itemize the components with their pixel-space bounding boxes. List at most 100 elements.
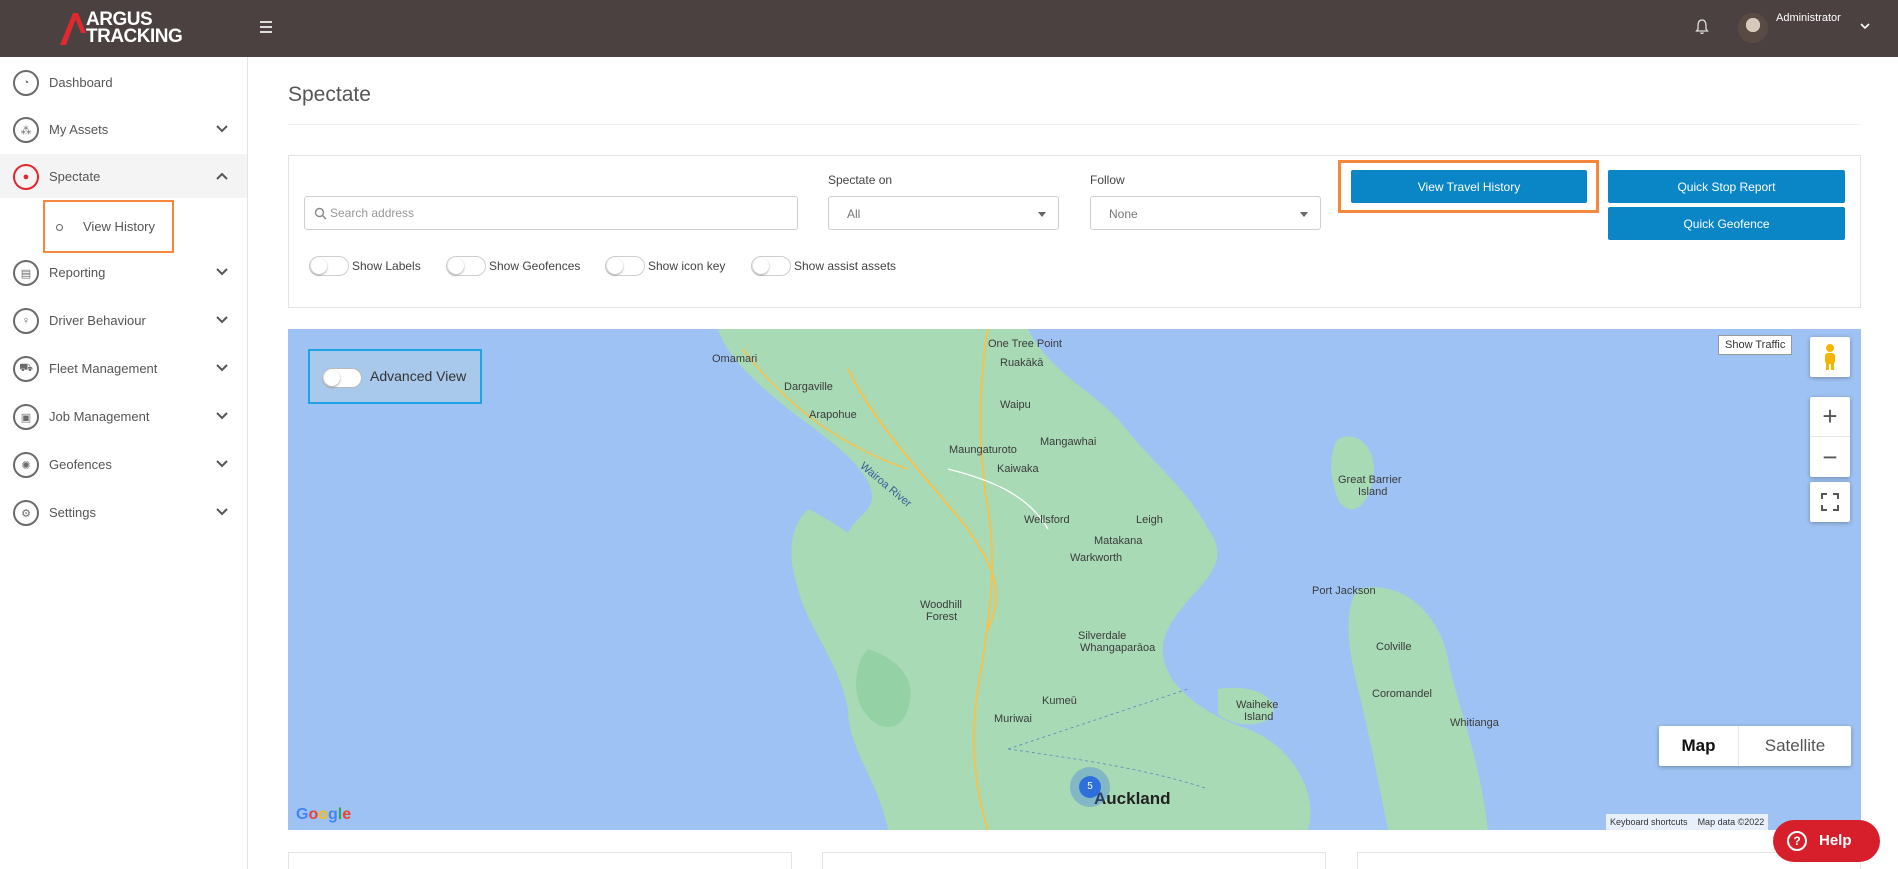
map-type-control: Map Satellite — [1659, 726, 1851, 766]
sidebar-item-spectate[interactable]: ● Spectate — [0, 154, 247, 198]
bell-icon[interactable] — [1694, 17, 1710, 37]
chevron-down-icon[interactable] — [215, 361, 229, 375]
sidebar-item-label: Settings — [49, 505, 96, 520]
sidebar-item-my-assets[interactable]: ⁂ My Assets — [0, 107, 247, 151]
street-view-pegman-icon[interactable] — [1810, 337, 1850, 377]
sidebar-item-fleet-management[interactable]: ⛟ Fleet Management — [0, 346, 247, 390]
report-icon: ▤ — [13, 260, 39, 286]
toggle-label: Show icon key — [648, 259, 726, 273]
car-icon: ⛟ — [13, 356, 39, 382]
chevron-down-icon[interactable] — [215, 505, 229, 519]
show-traffic-button[interactable]: Show Traffic — [1718, 335, 1793, 355]
chevron-down-icon[interactable] — [215, 265, 229, 279]
asset-cluster-marker[interactable]: 5 — [1070, 767, 1110, 807]
toggle-label: Show Geofences — [489, 259, 581, 273]
question-icon: ? — [1787, 831, 1807, 851]
sidebar-item-label: Spectate — [49, 169, 101, 184]
follow-select[interactable]: None — [1090, 196, 1321, 230]
map-place-label: Whitianga — [1450, 717, 1499, 729]
sidebar-subitem-view-history[interactable]: View History — [43, 200, 174, 253]
spectate-on-select[interactable]: All — [828, 196, 1059, 230]
map-place-label: Maungaturoto — [949, 444, 1017, 456]
sidebar-item-dashboard[interactable]: ◔ Dashboard — [0, 60, 247, 104]
chevron-down-icon[interactable] — [215, 122, 229, 136]
map-place-label: Island — [1244, 711, 1274, 723]
page-title: Spectate — [288, 83, 371, 106]
chevron-down-icon[interactable] — [215, 409, 229, 423]
sidebar-item-label: Geofences — [49, 457, 112, 472]
chevron-down-icon[interactable] — [215, 313, 229, 327]
chevron-down-icon[interactable] — [215, 457, 229, 471]
map-land — [718, 329, 1488, 830]
advanced-view-label: Advanced View — [370, 368, 467, 384]
map-place-label: Wellsford — [1024, 514, 1070, 526]
map-place-label: Whangaparāoa — [1080, 642, 1156, 654]
sidebar-item-reporting[interactable]: ▤ Reporting — [0, 250, 247, 294]
zoom-in-icon[interactable]: + — [1810, 397, 1850, 437]
map-place-label: Leigh — [1136, 514, 1163, 526]
chevron-down-icon[interactable] — [1858, 19, 1872, 33]
view-travel-history-button[interactable]: View Travel History — [1351, 170, 1587, 203]
quick-geofence-button[interactable]: Quick Geofence — [1608, 207, 1845, 240]
logo-mark-icon — [60, 13, 86, 45]
map-footer: Keyboard shortcuts Map data ©2022 — [1606, 814, 1769, 830]
show-assist-assets-switch[interactable] — [751, 256, 791, 276]
sidebar-item-label: Driver Behaviour — [49, 313, 146, 328]
map-place-label: Dargaville — [784, 381, 833, 393]
chevron-up-icon[interactable] — [215, 169, 229, 183]
map-place-label: Forest — [926, 611, 958, 623]
share-nodes-icon: ⁂ — [13, 117, 39, 143]
sidebar-item-label: Fleet Management — [49, 361, 158, 376]
briefcase-icon: ▣ — [13, 404, 39, 430]
top-bar: ARGUS TRACKING Administrator — [0, 0, 1898, 57]
map-type-map-button[interactable]: Map — [1659, 726, 1739, 766]
map-place-label: One Tree Point — [988, 338, 1062, 350]
show-geofences-switch[interactable] — [446, 256, 486, 276]
advanced-view-toggle[interactable]: Advanced View — [308, 349, 482, 404]
sidebar-item-geofences[interactable]: ✺ Geofences — [0, 442, 247, 486]
zoom-controls: + − — [1810, 397, 1850, 477]
search-icon — [314, 207, 327, 220]
show-labels-switch[interactable] — [309, 256, 349, 276]
search-address-input[interactable] — [330, 197, 790, 229]
advanced-view-switch[interactable] — [322, 368, 362, 388]
map-place-label: Island — [1358, 486, 1388, 498]
map-view[interactable]: One Tree Point Omamari Ruakākā Dargavill… — [288, 329, 1861, 830]
sidebar-subitem-label: View History — [83, 219, 156, 234]
map-place-label: Silverdale — [1078, 630, 1127, 642]
zoom-out-icon[interactable]: − — [1810, 437, 1850, 477]
title-divider — [288, 124, 1861, 125]
map-place-label: Waipu — [1000, 399, 1031, 411]
user-name[interactable]: Administrator — [1776, 12, 1841, 24]
map-place-label: Kumeū — [1042, 695, 1077, 707]
gear-icon: ⚙ — [13, 500, 39, 526]
toggle-label: Show assist assets — [794, 259, 897, 273]
bottom-card — [822, 852, 1326, 869]
quick-stop-report-button[interactable]: Quick Stop Report — [1608, 170, 1845, 203]
logo-text-line2: TRACKING — [86, 26, 183, 47]
sidebar-item-label: Job Management — [49, 409, 150, 424]
help-label: Help — [1819, 832, 1852, 849]
map-place-label: Colville — [1376, 641, 1412, 653]
search-box[interactable] — [304, 196, 798, 230]
sidebar-item-settings[interactable]: ⚙ Settings — [0, 490, 247, 534]
show-icon-key-switch[interactable] — [605, 256, 645, 276]
help-button[interactable]: ? Help — [1773, 820, 1880, 862]
user-avatar[interactable] — [1738, 13, 1768, 43]
argus-logo[interactable]: ARGUS TRACKING — [58, 9, 208, 49]
sidebar-item-label: Reporting — [49, 265, 106, 280]
sidebar-item-driver-behaviour[interactable]: ♀ Driver Behaviour — [0, 298, 247, 342]
caret-down-icon — [1300, 212, 1308, 217]
map-place-label: Waiheke — [1236, 699, 1279, 711]
keyboard-shortcuts-link[interactable]: Keyboard shortcuts — [1610, 817, 1688, 827]
fullscreen-icon[interactable] — [1810, 482, 1850, 522]
follow-label: Follow — [1090, 173, 1125, 187]
map-type-satellite-button[interactable]: Satellite — [1739, 726, 1851, 766]
caret-down-icon — [1038, 212, 1046, 217]
location-pin-icon: ● — [13, 164, 39, 190]
sidebar: ◔ Dashboard ⁂ My Assets ● Spectate View … — [0, 57, 248, 869]
sidebar-item-job-management[interactable]: ▣ Job Management — [0, 394, 247, 438]
menu-toggle-icon[interactable] — [260, 18, 276, 38]
map-place-label: Omamari — [712, 353, 758, 365]
lightbulb-icon: ♀ — [13, 308, 39, 334]
